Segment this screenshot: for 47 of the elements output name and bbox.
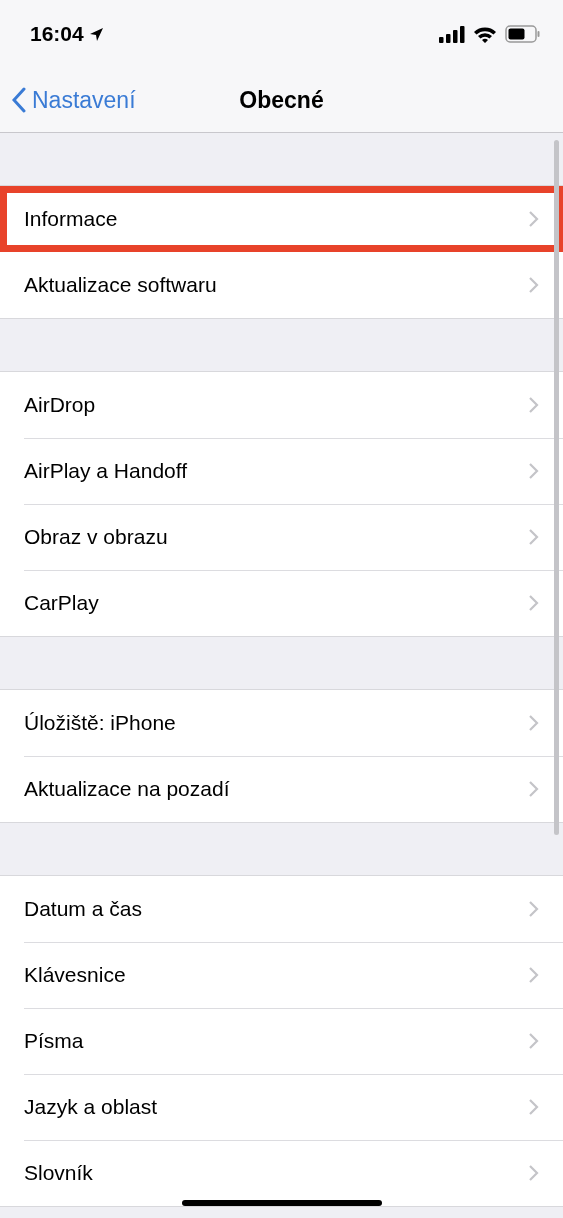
chevron-icon bbox=[528, 900, 539, 918]
wifi-icon bbox=[473, 25, 497, 43]
battery-icon bbox=[505, 25, 541, 43]
row-label: Aktualizace na pozadí bbox=[24, 777, 230, 801]
chevron-icon bbox=[528, 1098, 539, 1116]
page-title: Obecné bbox=[239, 86, 324, 114]
settings-row[interactable]: Aktualizace na pozadí bbox=[0, 756, 563, 822]
row-label: Informace bbox=[24, 207, 118, 231]
settings-row[interactable]: Datum a čas bbox=[0, 876, 563, 942]
chevron-icon bbox=[528, 276, 539, 294]
settings-row[interactable]: Slovník bbox=[0, 1140, 563, 1206]
settings-row[interactable]: Obraz v obrazu bbox=[0, 504, 563, 570]
back-chevron-icon bbox=[12, 87, 26, 113]
row-label: Slovník bbox=[24, 1161, 93, 1185]
row-label: AirDrop bbox=[24, 393, 96, 417]
chevron-icon bbox=[528, 714, 539, 732]
settings-row[interactable]: Klávesnice bbox=[0, 942, 563, 1008]
chevron-icon bbox=[528, 966, 539, 984]
chevron-icon bbox=[528, 594, 539, 612]
settings-row[interactable]: AirDrop bbox=[0, 372, 563, 438]
row-label: Písma bbox=[24, 1029, 84, 1053]
settings-row[interactable]: Úložiště: iPhone bbox=[0, 690, 563, 756]
status-time: 16:04 bbox=[30, 22, 84, 46]
settings-row[interactable]: Jazyk a oblast bbox=[0, 1074, 563, 1140]
chevron-icon bbox=[528, 462, 539, 480]
chevron-icon bbox=[528, 1032, 539, 1050]
chevron-icon bbox=[528, 528, 539, 546]
settings-row[interactable]: CarPlay bbox=[0, 570, 563, 636]
row-label: Úložiště: iPhone bbox=[24, 711, 176, 735]
row-label: Jazyk a oblast bbox=[24, 1095, 158, 1119]
settings-row[interactable]: Písma bbox=[0, 1008, 563, 1074]
chevron-icon bbox=[528, 396, 539, 414]
row-label: Aktualizace softwaru bbox=[24, 273, 217, 297]
settings-row[interactable]: AirPlay a Handoff bbox=[0, 438, 563, 504]
chevron-icon bbox=[528, 210, 539, 228]
settings-row[interactable]: Aktualizace softwaru bbox=[0, 252, 563, 318]
chevron-icon bbox=[528, 780, 539, 798]
row-label: CarPlay bbox=[24, 591, 99, 615]
row-label: Klávesnice bbox=[24, 963, 126, 987]
location-arrow-icon bbox=[88, 26, 104, 42]
signal-icon bbox=[439, 25, 465, 43]
chevron-icon bbox=[528, 1164, 539, 1182]
row-label: Datum a čas bbox=[24, 897, 142, 921]
row-label: Obraz v obrazu bbox=[24, 525, 168, 549]
settings-row[interactable]: Informace bbox=[0, 186, 563, 252]
row-label: AirPlay a Handoff bbox=[24, 459, 188, 483]
back-button[interactable]: Nastavení bbox=[0, 86, 136, 114]
